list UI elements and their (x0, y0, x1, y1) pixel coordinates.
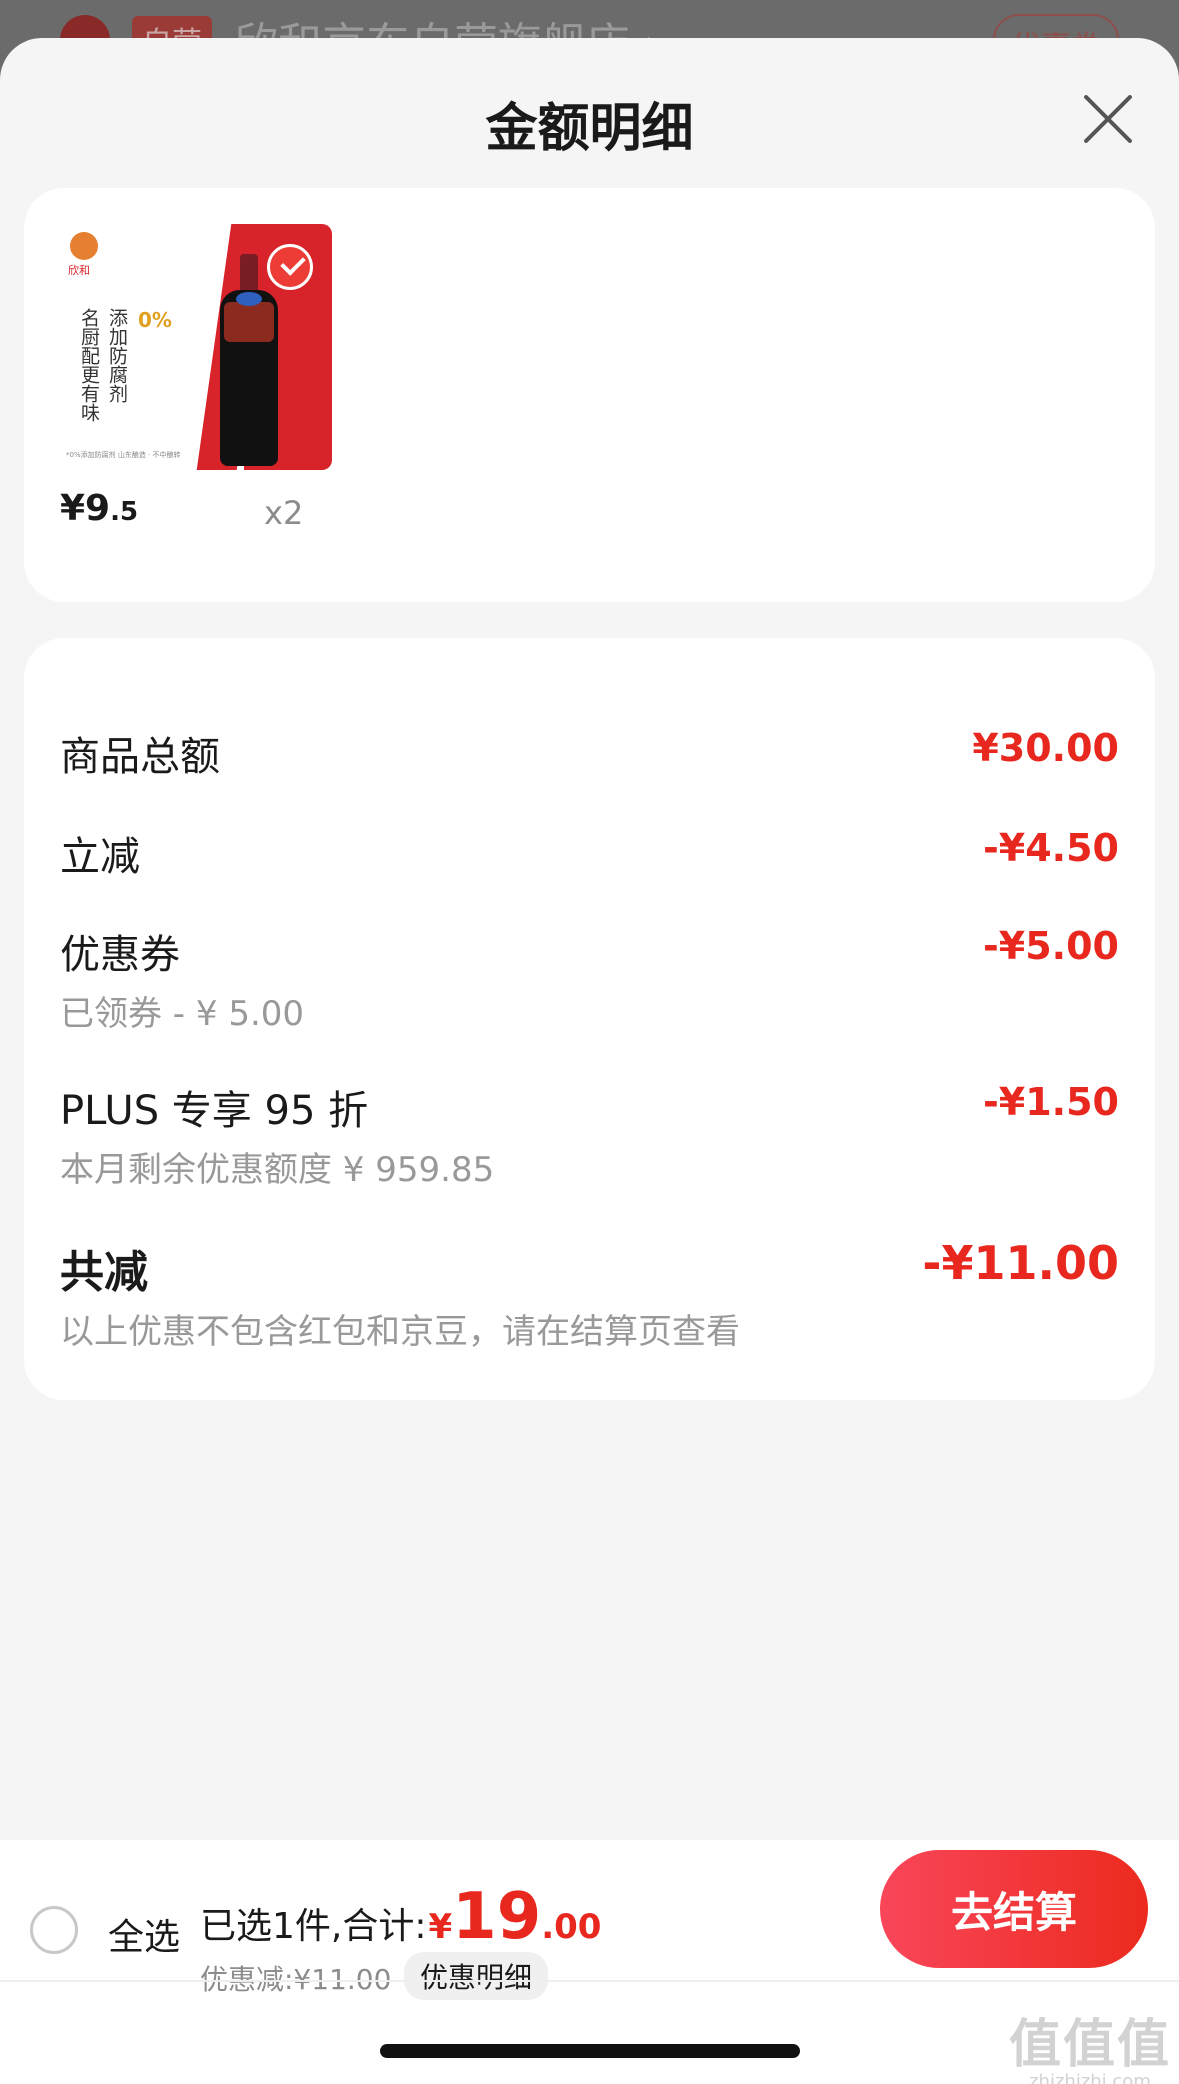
home-indicator (380, 2044, 800, 2058)
brand-logo-text: 欣和 (68, 264, 90, 277)
total-amount-dec: .00 (541, 1907, 602, 1947)
amount-detail-sheet: 金额明细 欣和 名厨配更有味 添加防腐剂 0% *0%添加防腐剂 山东酿造 · … (0, 38, 1179, 2084)
instant-discount-label: 立减 (60, 834, 140, 880)
plus-discount-label: PLUS 专享 95 折 (60, 1088, 369, 1134)
product-image[interactable]: 欣和 名厨配更有味 添加防腐剂 0% *0%添加防腐剂 山东酿造 · 不中酿转 (60, 224, 332, 470)
product-card: 欣和 名厨配更有味 添加防腐剂 0% *0%添加防腐剂 山东酿造 · 不中酿转 … (24, 188, 1155, 602)
brand-logo-icon (70, 232, 98, 260)
product-image-slogan-2: 添加防腐剂 (106, 308, 128, 403)
product-image-zero-percent: 0% (138, 308, 172, 332)
plus-remaining-quota: 本月剩余优惠额度 ¥ 959.85 (60, 1150, 495, 1190)
selected-check-icon[interactable] (267, 244, 313, 290)
reduction-note: 以上优惠不包含红包和京豆，请在结算页查看 (60, 1312, 740, 1352)
soy-sauce-bottle-icon (220, 254, 278, 466)
coupon-label: 优惠券 (60, 932, 180, 978)
product-price: ¥9.5 (60, 488, 138, 529)
discount-summary: 优惠减:¥11.00 (200, 1963, 392, 1996)
checkout-button[interactable]: 去结算 (880, 1850, 1148, 1968)
watermark: 值值值 zhizhizhi.com (1009, 2002, 1171, 2084)
selected-summary: 已选1件,合计: ¥ 19 .00 (200, 1880, 601, 1954)
product-price-dec: .5 (110, 497, 139, 527)
watermark-url: zhizhizhi.com (1029, 2071, 1151, 2084)
goods-total-label: 商品总额 (60, 734, 220, 780)
selected-summary-text: 已选1件,合计: (200, 1906, 427, 1947)
discount-detail-chip[interactable]: 优惠明细 (404, 1952, 549, 2000)
total-currency: ¥ (428, 1907, 453, 1947)
total-reduction-label: 共减 (60, 1247, 148, 1298)
product-image-slogan-1: 名厨配更有味 (78, 308, 100, 422)
coupon-sub-text: 已领券 - ¥ 5.00 (60, 994, 305, 1034)
total-reduction-value: -¥11.00 (922, 1236, 1119, 1290)
sheet-title: 金额明细 (485, 99, 694, 159)
bottom-divider (0, 1980, 1179, 1982)
watermark-logo: 值值值 (1008, 2015, 1171, 2075)
select-all-label[interactable]: 全选 (108, 1908, 180, 1960)
amount-detail-card: 商品总额 ¥30.00 立减 -¥4.50 优惠券 已领券 - ¥ 5.00 -… (24, 638, 1155, 1400)
coupon-value: -¥5.00 (983, 924, 1119, 968)
product-image-fineprint: *0%添加防腐剂 山东酿造 · 不中酿转 (66, 451, 181, 459)
product-price-int: ¥9 (60, 488, 111, 529)
goods-total-value: ¥30.00 (972, 726, 1119, 770)
total-amount-int: 19 (452, 1880, 542, 1954)
plus-discount-value: -¥1.50 (983, 1080, 1119, 1124)
product-quantity: x2 (264, 494, 304, 532)
checkout-bar: 全选 已选1件,合计: ¥ 19 .00 优惠减:¥11.00 优惠明细 去结算… (0, 1840, 1179, 2084)
close-icon[interactable] (1073, 84, 1143, 154)
instant-discount-value: -¥4.50 (983, 826, 1119, 870)
select-all-radio[interactable] (30, 1906, 78, 1954)
